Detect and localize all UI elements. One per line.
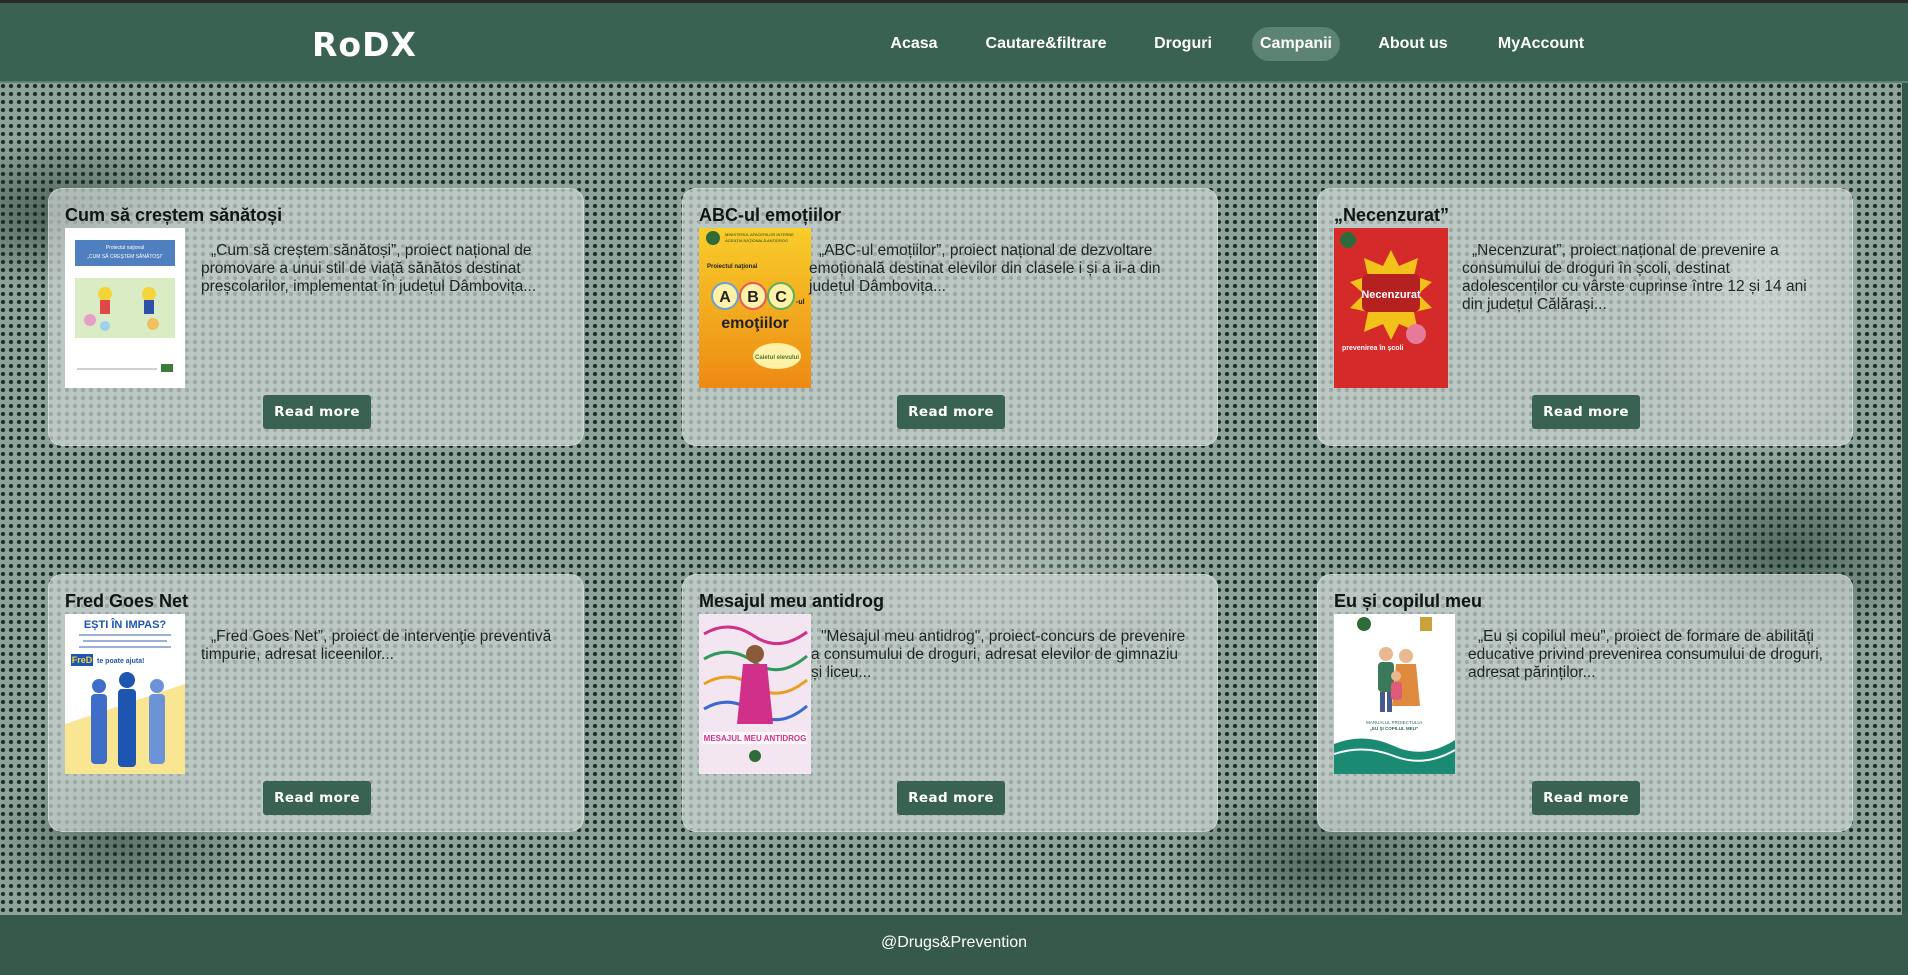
read-more-button[interactable]: Read more bbox=[1532, 395, 1640, 429]
thumb-footer: prevenirea în școli bbox=[1342, 345, 1404, 352]
campaign-title: Cum să creștem sănătoși bbox=[65, 205, 283, 225]
thumb-tagline: te poate ajuta! bbox=[97, 658, 144, 665]
campaign-card: Cum să creștem sănătoși Proiectul naţion… bbox=[48, 188, 584, 446]
campaign-description: „Eu și copilul meu”, proiect de formare … bbox=[1468, 628, 1823, 681]
campaign-title: ABC-ul emoțiilor bbox=[699, 205, 841, 225]
campaign-title: Fred Goes Net bbox=[65, 591, 189, 611]
campaign-description: "Mesajul meu antidrog", proiect-concurs … bbox=[811, 628, 1186, 681]
campaign-thumbnail[interactable]: MINISTERUL AFACERILOR INTERNE AGENŢIA NA… bbox=[699, 228, 811, 388]
thumb-caption-line1: MANUALUL PROIECTULUI bbox=[1366, 720, 1422, 725]
thumb-letter-a: A bbox=[719, 289, 731, 306]
campaign-description: „Fred Goes Net”, proiect de intervenţie … bbox=[201, 628, 552, 663]
read-more-button[interactable]: Read more bbox=[263, 781, 371, 815]
campaign-title: „Necenzurat” bbox=[1334, 205, 1450, 225]
campaign-description: „Cum să creștem sănătoși”, proiect națio… bbox=[201, 242, 537, 295]
campaigns-section: Cum să creștem sănătoși Proiectul naţion… bbox=[0, 83, 1908, 915]
thumb-brand: FreD bbox=[72, 655, 93, 665]
campaign-card: Fred Goes Net EȘTI ÎN IMPAS? FreD te poa… bbox=[48, 574, 584, 832]
thumb-heading: EȘTI ÎN IMPAS? bbox=[84, 618, 167, 631]
nav-item-droguri[interactable]: Droguri bbox=[1145, 27, 1221, 61]
thumb-caption-line1: Proiectul naţional bbox=[106, 245, 144, 251]
campaign-description: „Necenzurat”, proiect național de preven… bbox=[1462, 242, 1807, 313]
read-more-button[interactable]: Read more bbox=[263, 395, 371, 429]
nav-item-cautare-filtrare[interactable]: Cautare&filtrare bbox=[975, 27, 1117, 61]
thumb-word: Necenzurat bbox=[1361, 289, 1421, 301]
nav-item-myaccount[interactable]: MyAccount bbox=[1486, 27, 1596, 61]
read-more-button[interactable]: Read more bbox=[897, 395, 1005, 429]
thumb-header-line1: MINISTERUL AFACERILOR INTERNE bbox=[725, 232, 794, 237]
campaign-card: ABC-ul emoțiilor MINISTERUL AFACERILOR I… bbox=[682, 188, 1218, 446]
top-navbar: RoDX Acasa Cautare&filtrare Droguri Camp… bbox=[0, 3, 1908, 83]
campaign-description: „ABC-ul emoțiilor”, proiect național de … bbox=[809, 242, 1161, 295]
campaign-card: Mesajul meu antidrog MESAJUL MEU ANTIDRO… bbox=[682, 574, 1218, 832]
thumb-badge: Caietul elevului bbox=[755, 355, 799, 361]
campaign-thumbnail[interactable]: MANUALUL PROIECTULUI „EU ŞI COPILUL MEU” bbox=[1334, 614, 1455, 774]
campaign-card: Eu și copilul meu MANUALUL PROIECTULUI „… bbox=[1317, 574, 1853, 832]
thumb-suffix: -ul bbox=[796, 299, 805, 306]
campaign-title: Mesajul meu antidrog bbox=[699, 591, 885, 611]
footer-text: @Drugs&Prevention bbox=[880, 934, 1028, 951]
read-more-button[interactable]: Read more bbox=[1532, 781, 1640, 815]
thumb-caption-line2: „EU ŞI COPILUL MEU” bbox=[1370, 726, 1418, 731]
nav-item-about-us[interactable]: About us bbox=[1370, 27, 1456, 61]
campaign-thumbnail[interactable]: EȘTI ÎN IMPAS? FreD te poate ajuta! bbox=[65, 614, 185, 774]
campaign-thumbnail[interactable]: Necenzurat prevenirea în școli bbox=[1334, 228, 1448, 388]
thumb-banner: MESAJUL MEU ANTIDROG bbox=[704, 734, 807, 743]
thumb-header-line2: AGENŢIA NAŢIONALĂ ANTIDROG bbox=[725, 238, 788, 243]
campaign-title: Eu și copilul meu bbox=[1334, 591, 1483, 611]
thumb-letter-c: C bbox=[775, 289, 787, 306]
nav-item-campanii[interactable]: Campanii bbox=[1252, 27, 1340, 61]
main-nav: Acasa Cautare&filtrare Droguri Campanii … bbox=[0, 27, 1908, 61]
thumb-letter-b: B bbox=[747, 289, 759, 306]
campaign-thumbnail[interactable]: Proiectul naţional „CUM SĂ CREŞTEM SĂNĂT… bbox=[65, 228, 185, 388]
read-more-button[interactable]: Read more bbox=[897, 781, 1005, 815]
nav-item-acasa[interactable]: Acasa bbox=[878, 27, 950, 61]
thumb-word: emoţiilor bbox=[721, 315, 789, 332]
campaign-thumbnail[interactable]: MESAJUL MEU ANTIDROG bbox=[699, 614, 811, 774]
thumb-caption-line2: „CUM SĂ CREŞTEM SĂNĂTOŞI” bbox=[87, 253, 163, 260]
page-scrollbar[interactable] bbox=[1902, 83, 1908, 915]
page-footer: @Drugs&Prevention bbox=[0, 915, 1908, 975]
campaign-card: „Necenzurat” Necenzurat prevenirea în șc… bbox=[1317, 188, 1853, 446]
thumb-sub: Proiectul naţional bbox=[707, 264, 758, 270]
